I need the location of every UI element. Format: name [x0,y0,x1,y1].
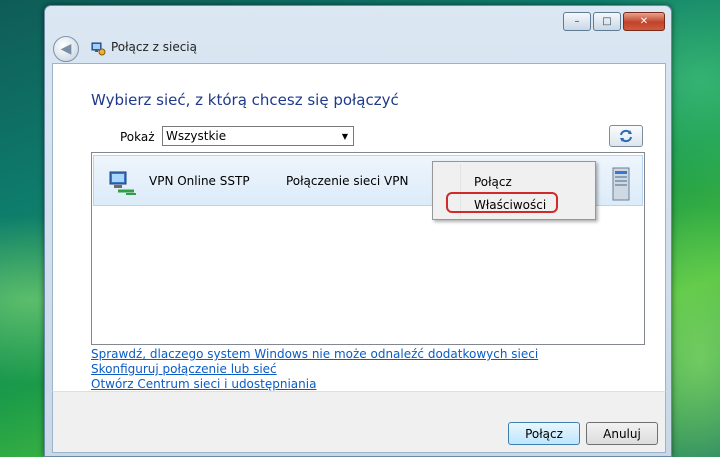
filter-dropdown[interactable]: Wszystkie ▼ [162,126,354,146]
minimize-button[interactable]: – [563,12,591,31]
window-title: Połącz z siecią [111,40,197,54]
filter-value: Wszystkie [166,129,227,143]
connect-button[interactable]: Połącz [508,422,580,445]
dialog-footer: Połącz Anuluj [52,391,666,453]
diagnose-link[interactable]: Sprawdź, dlaczego system Windows nie moż… [91,347,538,362]
refresh-button[interactable] [609,125,643,147]
network-center-link[interactable]: Otwórz Centrum sieci i udostępniania [91,377,538,392]
page-title: Wybierz sieć, z którą chcesz się połączy… [91,91,399,109]
refresh-icon [620,129,632,143]
context-menu: Połącz Właściwości [432,161,596,220]
close-button[interactable]: ✕ [623,12,665,31]
server-icon [612,167,630,201]
chevron-down-icon: ▼ [341,131,349,141]
network-type: Połączenie sieci VPN [286,174,409,188]
setup-connection-link[interactable]: Skonfiguruj połączenie lub sieć [91,362,538,377]
caption-buttons: – □ ✕ [563,12,665,31]
highlight-outline [446,192,558,213]
menu-item-connect[interactable]: Połącz [474,175,512,189]
vpn-connection-icon [109,171,136,195]
cancel-button[interactable]: Anuluj [586,422,658,445]
back-arrow-icon[interactable]: ◀ [53,36,79,62]
network-connect-icon [91,42,106,56]
help-links: Sprawdź, dlaczego system Windows nie moż… [91,347,538,392]
dialog-content: Wybierz sieć, z którą chcesz się połączy… [52,63,666,392]
filter-label: Pokaż [120,130,155,144]
connect-dialog: – □ ✕ ◀ Połącz z siecią Wybierz sieć, z … [44,5,672,457]
network-name: VPN Online SSTP [149,174,250,188]
maximize-button[interactable]: □ [593,12,621,31]
